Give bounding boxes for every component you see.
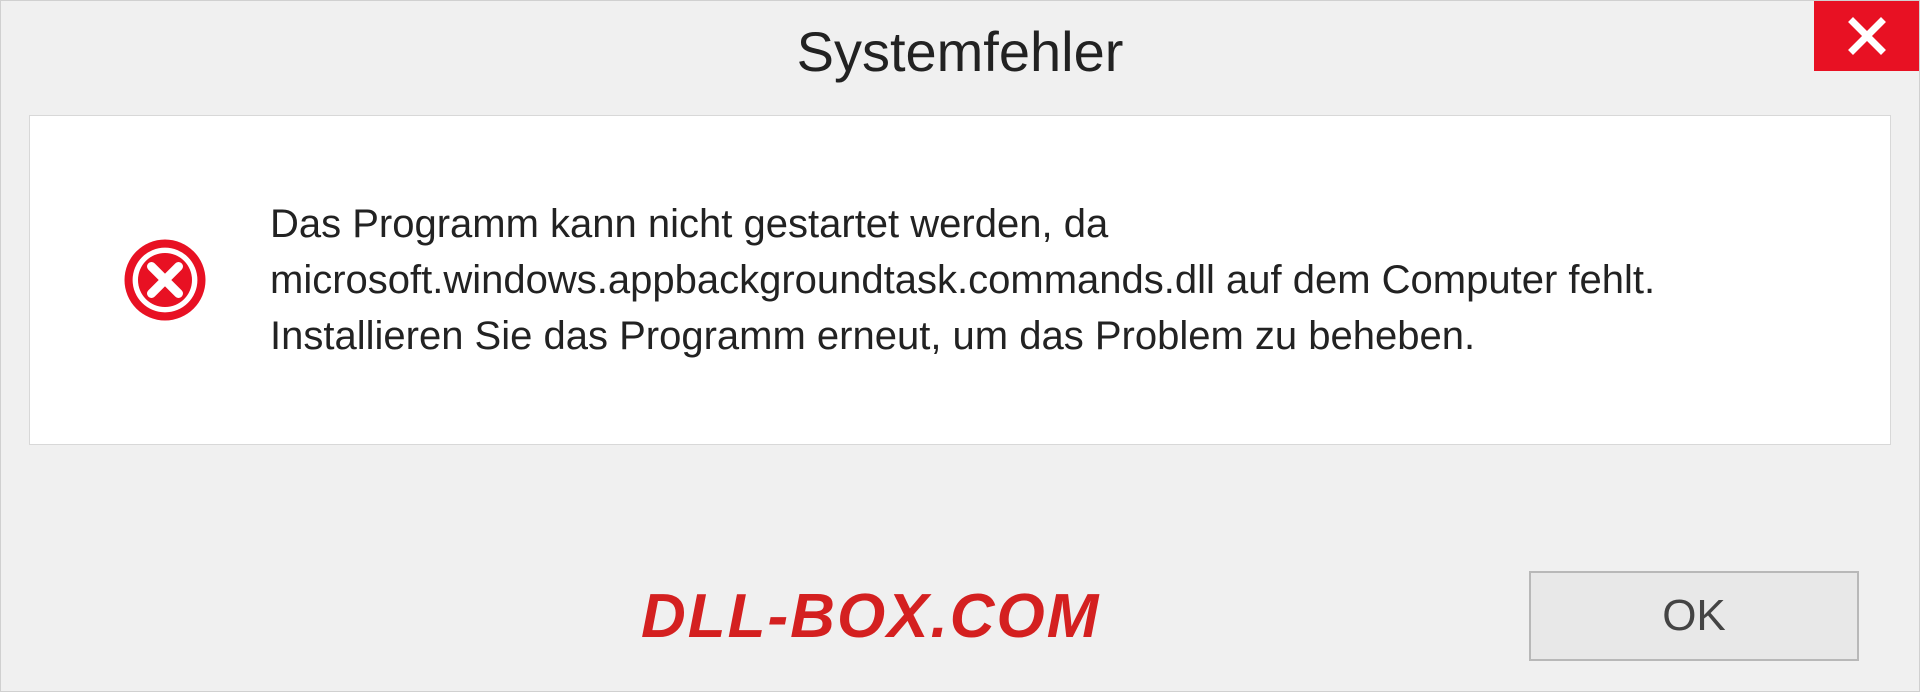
watermark-text: DLL-BOX.COM	[641, 581, 1100, 652]
title-bar: Systemfehler	[1, 1, 1919, 101]
message-panel: Das Programm kann nicht gestartet werden…	[29, 115, 1891, 445]
ok-button[interactable]: OK	[1529, 571, 1859, 661]
error-message: Das Programm kann nicht gestartet werden…	[270, 196, 1830, 364]
error-icon	[120, 235, 210, 325]
error-dialog: Systemfehler Das Programm kann nicht ges…	[0, 0, 1920, 692]
close-icon	[1846, 15, 1888, 57]
close-button[interactable]	[1814, 1, 1919, 71]
dialog-title: Systemfehler	[797, 19, 1124, 84]
dialog-footer: DLL-BOX.COM OK	[1, 541, 1919, 691]
